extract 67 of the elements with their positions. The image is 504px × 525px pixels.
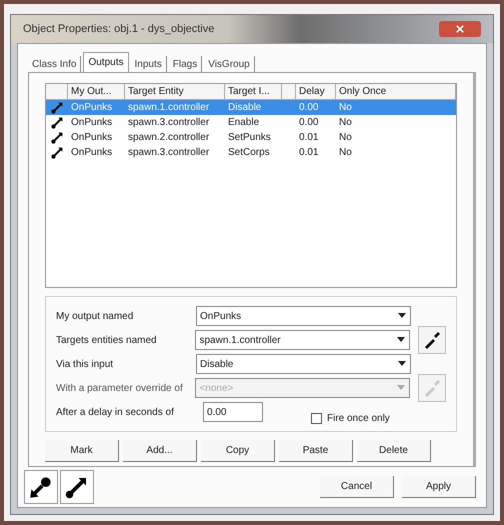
checkbox[interactable] [311,412,322,424]
column-header[interactable]: Only Once [336,84,456,99]
dropdown[interactable]: OnPunks [196,306,412,326]
table-cell: 0.01 [299,147,318,158]
tab[interactable]: Inputs [130,56,167,72]
tab[interactable]: VisGroup [204,56,255,72]
dropdown[interactable]: spawn.1.controller [195,330,410,350]
table-row[interactable]: OnPunks spawn.3.controller Enable 0.00 No [46,115,456,130]
dropdown-arrow-icon [397,337,405,343]
table-cell: spawn.2.controller [128,132,210,143]
dropdown-arrow-icon [398,313,406,319]
column-header[interactable]: Target Entity [125,84,225,99]
dialog-button[interactable]: Apply [402,476,476,498]
dropdown[interactable]: Disable [196,354,412,374]
table-cell: No [339,147,352,158]
column-header[interactable]: Target I... [225,84,282,99]
table-cell: SetPunks [228,132,271,143]
action-button[interactable]: Delete [357,440,431,462]
close-button[interactable] [439,21,481,37]
table-cell: spawn.3.controller [128,147,210,158]
dropdown-arrow-icon [398,361,406,367]
table-cell: No [339,132,352,143]
field-label: Via this input [56,358,114,372]
eyedropper-button[interactable] [418,326,446,354]
close-icon [456,25,464,33]
incoming-arrow-icon [29,475,53,499]
action-button[interactable]: Mark [45,440,119,462]
connection-icon [50,131,64,144]
table-cell: 0.00 [299,102,318,113]
connection-icon [50,101,64,114]
connection-icon [50,116,64,129]
table-cell: spawn.3.controller [128,117,210,128]
tab[interactable]: Class Info [28,56,82,72]
table-cell: No [339,102,352,113]
table-cell: OnPunks [71,102,112,113]
table-cell: SetCorps [228,147,270,158]
tab[interactable]: Flags [168,56,202,72]
field-label: Targets entities named [56,334,158,348]
column-header[interactable]: Delay [296,84,336,99]
table-cell: spawn.1.controller [128,102,210,113]
connection-icon [50,146,64,159]
field-label: With a parameter override of [56,382,184,396]
action-button[interactable]: Paste [279,440,353,462]
outgoing-arrow-icon [65,475,89,499]
table-cell: Enable [228,117,260,128]
table-row[interactable]: OnPunks spawn.3.controller SetCorps 0.01 No [46,145,456,160]
action-button[interactable]: Add... [123,440,197,462]
dialog-button[interactable]: Cancel [320,476,394,498]
action-button[interactable]: Copy [201,440,275,462]
input-connection-button[interactable] [24,470,58,504]
window-title: Object Properties: obj.1 - dys_objective [23,22,214,37]
table-cell: No [339,117,352,128]
dropdown-arrow-icon [397,385,405,391]
table-cell: 0.00 [299,117,318,128]
field-label: My output named [56,310,134,324]
table-cell: OnPunks [71,147,112,158]
field-label: After a delay in seconds of [56,406,175,420]
table-cell: Disable [228,102,262,113]
table-cell: 0.01 [299,132,318,143]
table-cell: OnPunks [71,117,112,128]
delay-field[interactable]: 0.00 [203,402,263,422]
column-header[interactable]: My Out... [68,84,125,99]
checkbox-label: Fire once only [327,412,390,426]
table-cell: OnPunks [71,132,112,143]
table-row[interactable]: OnPunks spawn.2.controller SetPunks 0.01 No [46,130,456,145]
output-connection-button[interactable] [60,470,94,504]
tab[interactable]: Outputs [83,52,128,72]
